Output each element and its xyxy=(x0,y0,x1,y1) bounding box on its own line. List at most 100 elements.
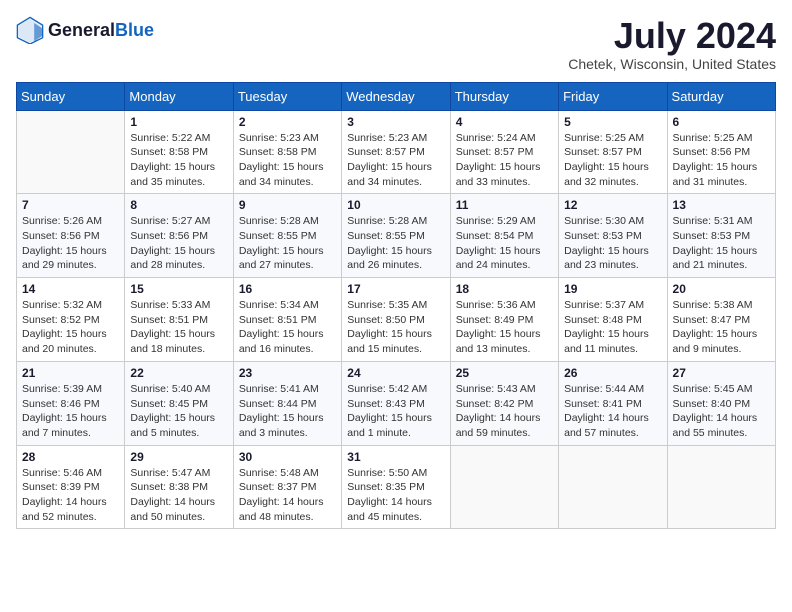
calendar-cell: 10 Sunrise: 5:28 AM Sunset: 8:55 PM Dayli… xyxy=(342,194,450,278)
calendar-cell: 21Sunrise: 5:39 AM Sunset: 8:46 PM Dayli… xyxy=(17,361,125,445)
day-info: Sunrise: 5:47 AM Sunset: 8:38 PM Dayligh… xyxy=(130,466,227,525)
day-header-sunday: Sunday xyxy=(17,82,125,110)
day-info: Sunrise: 5:40 AM Sunset: 8:45 PM Dayligh… xyxy=(130,382,227,441)
calendar-cell xyxy=(559,445,667,529)
day-info: Sunrise: 5:37 AM Sunset: 8:48 PM Dayligh… xyxy=(564,298,661,357)
day-number: 26 xyxy=(564,366,661,380)
day-number: 2 xyxy=(239,115,336,129)
day-info: Sunrise: 5:32 AM Sunset: 8:52 PM Dayligh… xyxy=(22,298,119,357)
calendar-cell xyxy=(450,445,558,529)
day-header-saturday: Saturday xyxy=(667,82,775,110)
day-info: Sunrise: 5:42 AM Sunset: 8:43 PM Dayligh… xyxy=(347,382,444,441)
calendar-cell: 5 Sunrise: 5:25 AM Sunset: 8:57 PM Daylig… xyxy=(559,110,667,194)
day-number: 23 xyxy=(239,366,336,380)
day-info: Sunrise: 5:29 AM Sunset: 8:54 PM Dayligh… xyxy=(456,214,553,273)
day-info: Sunrise: 5:28 AM Sunset: 8:55 PM Dayligh… xyxy=(347,214,444,273)
calendar-cell: 3 Sunrise: 5:23 AM Sunset: 8:57 PM Daylig… xyxy=(342,110,450,194)
day-number: 13 xyxy=(673,198,770,212)
logo-general: General xyxy=(48,20,115,40)
day-number: 1 xyxy=(130,115,227,129)
day-info: Sunrise: 5:24 AM Sunset: 8:57 PM Dayligh… xyxy=(456,131,553,190)
day-number: 18 xyxy=(456,282,553,296)
day-number: 9 xyxy=(239,198,336,212)
day-number: 7 xyxy=(22,198,119,212)
day-number: 15 xyxy=(130,282,227,296)
calendar-cell: 20Sunrise: 5:38 AM Sunset: 8:47 PM Dayli… xyxy=(667,278,775,362)
day-info: Sunrise: 5:43 AM Sunset: 8:42 PM Dayligh… xyxy=(456,382,553,441)
day-number: 25 xyxy=(456,366,553,380)
calendar-cell: 26 Sunrise: 5:44 AM Sunset: 8:41 PM Dayli… xyxy=(559,361,667,445)
calendar-cell: 30 Sunrise: 5:48 AM Sunset: 8:37 PM Dayli… xyxy=(233,445,341,529)
day-info: Sunrise: 5:35 AM Sunset: 8:50 PM Dayligh… xyxy=(347,298,444,357)
calendar-cell: 1 Sunrise: 5:22 AM Sunset: 8:58 PM Daylig… xyxy=(125,110,233,194)
day-info: Sunrise: 5:36 AM Sunset: 8:49 PM Dayligh… xyxy=(456,298,553,357)
calendar-cell xyxy=(667,445,775,529)
page-header: GeneralBlue July 2024 Chetek, Wisconsin,… xyxy=(16,16,776,72)
day-number: 6 xyxy=(673,115,770,129)
calendar-cell: 23 Sunrise: 5:41 AM Sunset: 8:44 PM Dayli… xyxy=(233,361,341,445)
day-info: Sunrise: 5:50 AM Sunset: 8:35 PM Dayligh… xyxy=(347,466,444,525)
calendar-cell: 18 Sunrise: 5:36 AM Sunset: 8:49 PM Dayli… xyxy=(450,278,558,362)
title-block: July 2024 Chetek, Wisconsin, United Stat… xyxy=(568,16,776,72)
day-info: Sunrise: 5:25 AM Sunset: 8:56 PM Dayligh… xyxy=(673,131,770,190)
week-row-1: 1 Sunrise: 5:22 AM Sunset: 8:58 PM Daylig… xyxy=(17,110,776,194)
calendar-cell: 2 Sunrise: 5:23 AM Sunset: 8:58 PM Daylig… xyxy=(233,110,341,194)
day-number: 24 xyxy=(347,366,444,380)
week-row-4: 21Sunrise: 5:39 AM Sunset: 8:46 PM Dayli… xyxy=(17,361,776,445)
day-info: Sunrise: 5:27 AM Sunset: 8:56 PM Dayligh… xyxy=(130,214,227,273)
day-info: Sunrise: 5:46 AM Sunset: 8:39 PM Dayligh… xyxy=(22,466,119,525)
calendar-cell: 25 Sunrise: 5:43 AM Sunset: 8:42 PM Dayli… xyxy=(450,361,558,445)
logo: GeneralBlue xyxy=(16,16,154,44)
calendar-cell: 4 Sunrise: 5:24 AM Sunset: 8:57 PM Daylig… xyxy=(450,110,558,194)
day-number: 12 xyxy=(564,198,661,212)
day-number: 3 xyxy=(347,115,444,129)
calendar-cell: 8 Sunrise: 5:27 AM Sunset: 8:56 PM Daylig… xyxy=(125,194,233,278)
month-year-title: July 2024 xyxy=(568,16,776,56)
day-number: 16 xyxy=(239,282,336,296)
day-info: Sunrise: 5:41 AM Sunset: 8:44 PM Dayligh… xyxy=(239,382,336,441)
day-number: 11 xyxy=(456,198,553,212)
day-number: 27 xyxy=(673,366,770,380)
day-number: 30 xyxy=(239,450,336,464)
calendar-cell: 29Sunrise: 5:47 AM Sunset: 8:38 PM Dayli… xyxy=(125,445,233,529)
day-header-wednesday: Wednesday xyxy=(342,82,450,110)
header-row: SundayMondayTuesdayWednesdayThursdayFrid… xyxy=(17,82,776,110)
day-header-thursday: Thursday xyxy=(450,82,558,110)
day-number: 21 xyxy=(22,366,119,380)
calendar-cell: 16 Sunrise: 5:34 AM Sunset: 8:51 PM Dayli… xyxy=(233,278,341,362)
day-info: Sunrise: 5:30 AM Sunset: 8:53 PM Dayligh… xyxy=(564,214,661,273)
day-number: 5 xyxy=(564,115,661,129)
day-header-tuesday: Tuesday xyxy=(233,82,341,110)
day-info: Sunrise: 5:48 AM Sunset: 8:37 PM Dayligh… xyxy=(239,466,336,525)
day-number: 14 xyxy=(22,282,119,296)
week-row-3: 14 Sunrise: 5:32 AM Sunset: 8:52 PM Dayli… xyxy=(17,278,776,362)
logo-icon xyxy=(16,16,44,44)
day-info: Sunrise: 5:22 AM Sunset: 8:58 PM Dayligh… xyxy=(130,131,227,190)
day-info: Sunrise: 5:44 AM Sunset: 8:41 PM Dayligh… xyxy=(564,382,661,441)
calendar-cell: 14 Sunrise: 5:32 AM Sunset: 8:52 PM Dayli… xyxy=(17,278,125,362)
day-info: Sunrise: 5:25 AM Sunset: 8:57 PM Dayligh… xyxy=(564,131,661,190)
day-info: Sunrise: 5:23 AM Sunset: 8:58 PM Dayligh… xyxy=(239,131,336,190)
day-number: 17 xyxy=(347,282,444,296)
calendar-cell: 11 Sunrise: 5:29 AM Sunset: 8:54 PM Dayli… xyxy=(450,194,558,278)
location-subtitle: Chetek, Wisconsin, United States xyxy=(568,56,776,72)
day-number: 10 xyxy=(347,198,444,212)
day-number: 28 xyxy=(22,450,119,464)
calendar-cell: 28 Sunrise: 5:46 AM Sunset: 8:39 PM Dayli… xyxy=(17,445,125,529)
calendar-cell: 12 Sunrise: 5:30 AM Sunset: 8:53 PM Dayli… xyxy=(559,194,667,278)
day-info: Sunrise: 5:31 AM Sunset: 8:53 PM Dayligh… xyxy=(673,214,770,273)
day-header-monday: Monday xyxy=(125,82,233,110)
calendar-cell: 24 Sunrise: 5:42 AM Sunset: 8:43 PM Dayli… xyxy=(342,361,450,445)
calendar-cell: 13 Sunrise: 5:31 AM Sunset: 8:53 PM Dayli… xyxy=(667,194,775,278)
calendar-cell: 7Sunrise: 5:26 AM Sunset: 8:56 PM Daylig… xyxy=(17,194,125,278)
day-info: Sunrise: 5:23 AM Sunset: 8:57 PM Dayligh… xyxy=(347,131,444,190)
day-number: 4 xyxy=(456,115,553,129)
calendar-cell: 9Sunrise: 5:28 AM Sunset: 8:55 PM Daylig… xyxy=(233,194,341,278)
day-number: 31 xyxy=(347,450,444,464)
day-number: 22 xyxy=(130,366,227,380)
calendar-cell: 15Sunrise: 5:33 AM Sunset: 8:51 PM Dayli… xyxy=(125,278,233,362)
day-info: Sunrise: 5:38 AM Sunset: 8:47 PM Dayligh… xyxy=(673,298,770,357)
day-info: Sunrise: 5:34 AM Sunset: 8:51 PM Dayligh… xyxy=(239,298,336,357)
day-number: 8 xyxy=(130,198,227,212)
calendar-cell: 31 Sunrise: 5:50 AM Sunset: 8:35 PM Dayli… xyxy=(342,445,450,529)
